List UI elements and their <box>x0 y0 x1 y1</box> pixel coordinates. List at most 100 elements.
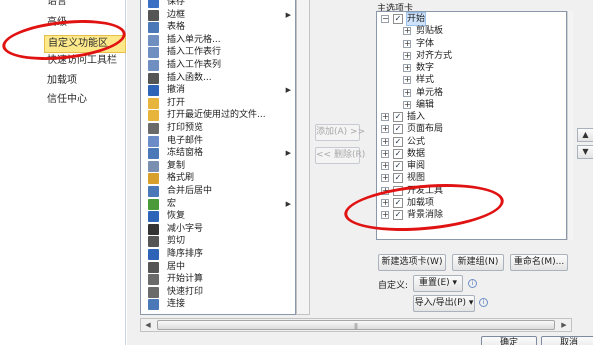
tab-visibility-checkbox[interactable]: ✓ <box>393 112 403 122</box>
command-item[interactable]: 开始计算 <box>141 273 295 286</box>
tab-visibility-checkbox[interactable]: ✓ <box>393 197 403 208</box>
expand-icon[interactable]: + <box>381 149 389 158</box>
expand-icon[interactable]: + <box>403 100 411 109</box>
ribbon-group-node[interactable]: + 字体 <box>377 38 566 50</box>
expand-icon[interactable]: + <box>381 174 389 183</box>
ribbon-tab-node[interactable]: − ✓ 开始 <box>377 12 566 26</box>
tab-visibility-checkbox[interactable]: ✓ <box>393 14 403 24</box>
remove-button[interactable]: << 删除(R) <box>315 147 365 164</box>
ribbon-tab-node[interactable]: + ✓ 背景消除 <box>377 209 566 221</box>
command-item[interactable]: 快速打印 <box>141 286 295 299</box>
horizontal-scrollbar[interactable]: ◀ ||| ▶ <box>140 318 572 332</box>
expand-icon[interactable]: + <box>381 162 389 170</box>
command-item[interactable]: 插入单元格... <box>141 34 295 47</box>
ribbon-group-node[interactable]: + 单元格 <box>377 87 566 99</box>
command-item[interactable]: 边框 ▶ <box>141 9 295 22</box>
tree-node-label: 插入 <box>407 112 426 122</box>
expand-icon[interactable]: + <box>403 27 411 36</box>
ribbon-tab-node[interactable]: + ✓ 公式 <box>377 136 566 148</box>
command-item[interactable]: 减小字号 <box>141 223 295 236</box>
tree-node-label: 剪贴板 <box>416 26 444 37</box>
add-button[interactable]: 添加(A) >> <box>315 124 365 141</box>
tab-visibility-checkbox[interactable]: ✓ <box>393 161 403 171</box>
command-item[interactable]: 居中 <box>141 261 295 274</box>
expand-icon[interactable]: + <box>381 113 389 121</box>
command-item[interactable]: 恢复 <box>141 210 295 223</box>
move-up-button[interactable]: ▲ <box>577 128 593 142</box>
command-item[interactable]: 插入工作表列 <box>141 59 295 72</box>
nav-item-language[interactable]: 语言 <box>0 0 126 11</box>
nav-item-add-ins[interactable]: 加载项 <box>0 72 126 90</box>
command-item[interactable]: 冻结窗格 ▶ <box>141 147 295 160</box>
command-item[interactable]: 降序排序 <box>141 248 295 261</box>
tab-visibility-checkbox[interactable]: ✓ <box>393 210 403 220</box>
command-item[interactable]: 剪切 <box>141 235 295 248</box>
command-item[interactable]: 插入函数... <box>141 72 295 85</box>
ok-button[interactable]: 确定 <box>481 336 537 345</box>
tab-visibility-checkbox[interactable] <box>393 185 403 196</box>
scroll-left-arrow-icon[interactable]: ◀ <box>141 319 155 331</box>
ribbon-group-node[interactable]: + 对齐方式 <box>377 50 566 62</box>
scrollbar-grip-icon: ||| <box>354 323 358 330</box>
command-item[interactable]: 打开最近使用过的文件... <box>141 109 295 122</box>
command-item[interactable]: 打印预览 <box>141 122 295 135</box>
new-group-button[interactable]: 新建组(N) <box>452 254 504 271</box>
command-item[interactable]: 撤消 ▶ <box>141 84 295 97</box>
tree-node-label: 数据 <box>407 148 426 159</box>
expand-icon[interactable]: + <box>403 39 411 48</box>
ribbon-tabs-tree[interactable]: − ✓ 开始 + 剪贴板 + 字体 + 对齐方式 + 数字 + 样式 + 单元格 + 编辑 + ✓ 插入 + ✓ 页面布局 +… <box>376 11 567 240</box>
nav-item-advanced[interactable]: 高级 <box>0 14 126 32</box>
submenu-arrow-icon: ▶ <box>285 10 291 19</box>
nav-item-customize-ribbon[interactable]: 自定义功能区 <box>44 35 126 53</box>
command-item[interactable]: 插入工作表行 <box>141 46 295 59</box>
ribbon-group-node[interactable]: + 剪贴板 <box>377 25 566 37</box>
tabs-tree-scrollbar[interactable] <box>567 11 573 240</box>
commands-list-scrollbar[interactable] <box>296 0 310 315</box>
expand-icon[interactable]: + <box>381 198 389 207</box>
customizations-label: 自定义: <box>378 281 409 291</box>
ribbon-tab-node[interactable]: + ✓ 审阅 <box>377 160 566 172</box>
expand-icon[interactable]: + <box>403 76 411 85</box>
ribbon-group-node[interactable]: + 样式 <box>377 74 566 86</box>
expand-icon[interactable]: + <box>403 88 411 97</box>
tab-visibility-checkbox[interactable]: ✓ <box>393 136 403 147</box>
command-item[interactable]: 电子邮件 <box>141 135 295 148</box>
cancel-button[interactable]: 取消 <box>541 336 593 345</box>
new-tab-button[interactable]: 新建选项卡(W) <box>378 254 446 271</box>
tab-visibility-checkbox[interactable]: ✓ <box>393 148 403 159</box>
ribbon-tab-node[interactable]: + ✓ 视图 <box>377 172 566 184</box>
ribbon-tab-node[interactable]: + ✓ 数据 <box>377 148 566 160</box>
nav-item-quick-access-toolbar[interactable]: 快速访问工具栏 <box>0 52 126 70</box>
collapse-icon[interactable]: − <box>381 15 389 23</box>
command-item[interactable]: 打开 <box>141 97 295 110</box>
ribbon-group-node[interactable]: + 数字 <box>377 62 566 74</box>
expand-icon[interactable]: + <box>381 137 389 146</box>
tab-visibility-checkbox[interactable]: ✓ <box>393 173 403 184</box>
nav-item-trust-center[interactable]: 信任中心 <box>0 91 126 109</box>
scrollbar-thumb[interactable]: ||| <box>157 320 555 330</box>
expand-icon[interactable]: + <box>403 51 411 60</box>
expand-icon[interactable]: + <box>381 186 389 195</box>
command-item[interactable]: 合并后居中 <box>141 185 295 198</box>
rename-button[interactable]: 重命名(M)... <box>510 254 568 271</box>
tab-visibility-checkbox[interactable]: ✓ <box>393 124 403 135</box>
command-item[interactable]: 宏 ▶ <box>141 198 295 211</box>
ribbon-tab-node[interactable]: + ✓ 页面布局 <box>377 123 566 135</box>
ribbon-group-node[interactable]: + 编辑 <box>377 99 566 111</box>
tree-node-label: 单元格 <box>416 87 444 98</box>
ribbon-tab-node[interactable]: + ✓ 插入 <box>377 111 566 123</box>
expand-icon[interactable]: + <box>403 64 411 72</box>
command-item[interactable]: 复制 <box>141 160 295 173</box>
command-item[interactable]: 连接 <box>141 298 295 311</box>
reset-button[interactable]: 重置(E) ▾ <box>413 275 463 292</box>
commands-list[interactable]: 保存 边框 ▶ 表格 插入单元格... 插入工作表行 插入工作表列 插入函数... 撤消 ▶ 打开打… <box>140 0 296 315</box>
expand-icon[interactable]: + <box>381 125 389 134</box>
expand-icon[interactable]: + <box>381 211 389 219</box>
command-item[interactable]: 格式刷 <box>141 172 295 185</box>
ribbon-tab-node[interactable]: + 开发工具 <box>377 185 566 197</box>
scroll-right-arrow-icon[interactable]: ▶ <box>557 319 571 331</box>
move-down-button[interactable]: ▼ <box>577 145 593 159</box>
import-export-button[interactable]: 导入/导出(P) ▾ <box>413 295 475 312</box>
command-item[interactable]: 表格 <box>141 21 295 34</box>
ribbon-tab-node[interactable]: + ✓ 加载项 <box>377 197 566 209</box>
